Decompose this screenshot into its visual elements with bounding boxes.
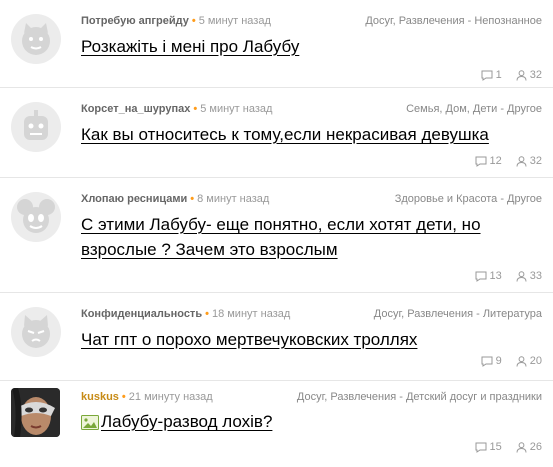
question-meta: kuskus • 21 минуту назад: [81, 391, 213, 403]
person-icon: [516, 155, 527, 167]
separator-dot: •: [191, 15, 196, 27]
answers-count: 15: [475, 441, 502, 453]
question-category[interactable]: Семья, Дом, Дети - Другое: [406, 103, 542, 115]
question-meta: Корсет_на_шурупах • 5 минут назад: [81, 103, 272, 115]
person-icon: [516, 441, 527, 453]
separator-dot: •: [190, 193, 195, 205]
comment-icon: [475, 271, 486, 282]
question-time: 5 минут назад: [200, 103, 273, 115]
question-category[interactable]: Досуг, Развлечения - Детский досуг и пра…: [297, 391, 542, 403]
comment-icon: [475, 156, 486, 167]
views-count: 20: [516, 355, 542, 367]
person-icon: [516, 69, 527, 81]
author-name[interactable]: Потребую апгрейду: [81, 15, 189, 27]
views-value: 32: [529, 155, 542, 167]
question-stats: 12 32: [475, 155, 542, 167]
question-stats: 13 33: [475, 270, 542, 282]
question-time: 21 минуту назад: [128, 391, 213, 403]
question-title[interactable]: С этими Лабубу- еще понятно, если хотят …: [81, 212, 521, 262]
question-meta: Конфиденциальность • 18 минут назад: [81, 308, 290, 320]
question-card: Корсет_на_шурупах • 5 минут назад Семья, Д…: [0, 88, 553, 178]
question-card: kuskus • 21 минуту назад Досуг, Развлечени…: [0, 381, 553, 467]
question-title[interactable]: Как вы относитесь к тому,если некрасивая…: [81, 122, 521, 147]
question-stats: 9 20: [481, 355, 542, 367]
views-count: 32: [516, 69, 542, 81]
image-icon: [81, 412, 99, 437]
question-meta: Потребую апгрейду • 5 минут назад: [81, 15, 271, 27]
question-title[interactable]: Розкажіть і мені про Лабубу: [81, 34, 521, 59]
question-category[interactable]: Досуг, Развлечения - Непознанное: [365, 15, 542, 27]
views-value: 32: [529, 69, 542, 81]
question-category[interactable]: Досуг, Развлечения - Литература: [374, 308, 542, 320]
answers-value: 13: [489, 270, 502, 282]
author-name[interactable]: Конфиденциальность: [81, 308, 202, 320]
answers-value: 9: [495, 355, 502, 367]
robot-face-icon: [24, 110, 48, 140]
avatar[interactable]: [11, 102, 61, 152]
views-count: 32: [516, 155, 542, 167]
question-category[interactable]: Здоровье и Красота - Другое: [395, 193, 542, 205]
avatar[interactable]: [11, 192, 61, 242]
views-value: 26: [529, 441, 542, 453]
comment-icon: [475, 442, 486, 453]
question-title[interactable]: Чат гпт о порохо мертвечуковских троллях: [81, 327, 521, 352]
person-icon: [516, 270, 527, 282]
question-card: Хлопаю ресницами • 8 минут назад Здоровье …: [0, 178, 553, 293]
avatar[interactable]: [11, 307, 61, 357]
views-count: 26: [516, 441, 542, 453]
question-card: Конфиденциальность • 18 минут назад Досуг,…: [0, 293, 553, 381]
question-time: 8 минут назад: [197, 193, 270, 205]
author-name[interactable]: Корсет_на_шурупах: [81, 103, 190, 115]
answers-value: 12: [489, 155, 502, 167]
question-card: Потребую апгрейду • 5 минут назад Досуг, Р…: [0, 0, 553, 88]
avatar[interactable]: [11, 388, 60, 437]
masked-face-avatar-icon: [11, 388, 60, 437]
comment-icon: [481, 70, 493, 81]
question-time: 5 минут назад: [198, 15, 271, 27]
separator-dot: •: [121, 391, 126, 403]
cat-face-icon: [22, 315, 50, 348]
author-name[interactable]: kuskus: [81, 391, 119, 403]
question-meta: Хлопаю ресницами • 8 минут назад: [81, 193, 269, 205]
author-name[interactable]: Хлопаю ресницами: [81, 193, 187, 205]
person-icon: [516, 355, 527, 367]
answers-count: 9: [481, 355, 502, 367]
question-feed: Потребую апгрейду • 5 минут назад Досуг, Р…: [0, 0, 553, 467]
question-stats: 15 26: [475, 441, 542, 453]
separator-dot: •: [205, 308, 209, 320]
answers-value: 15: [489, 441, 502, 453]
views-value: 33: [529, 270, 542, 282]
comment-icon: [481, 356, 493, 367]
question-stats: 1 32: [481, 69, 542, 81]
question-title[interactable]: Лабубу-развод лохів?: [101, 412, 272, 431]
answers-count: 12: [475, 155, 502, 167]
mouse-face-icon: [17, 199, 55, 233]
views-count: 33: [516, 270, 542, 282]
question-time: 18 минут назад: [211, 308, 291, 320]
avatar[interactable]: [11, 14, 61, 64]
answers-value: 1: [495, 69, 502, 81]
cat-face-icon: [22, 23, 50, 55]
answers-count: 13: [475, 270, 502, 282]
question-title-wrap[interactable]: Лабубу-развод лохів?: [81, 409, 521, 437]
views-value: 20: [529, 355, 542, 367]
answers-count: 1: [481, 69, 502, 81]
separator-dot: •: [193, 103, 198, 115]
